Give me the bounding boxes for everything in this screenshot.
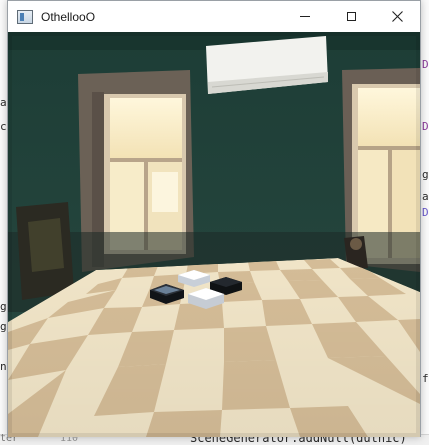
code-fragment: D <box>422 120 429 133</box>
game-viewport[interactable] <box>8 32 420 437</box>
code-fragment: g <box>0 300 7 313</box>
code-fragment: f <box>422 372 429 385</box>
title-bar[interactable]: OthellooO <box>8 1 420 32</box>
code-fragment: D <box>422 58 429 71</box>
chair-left <box>16 202 74 300</box>
minimize-icon <box>300 16 310 17</box>
window-title: OthellooO <box>41 9 96 24</box>
close-button[interactable] <box>374 1 420 32</box>
code-fragment: g <box>422 168 429 181</box>
game-window: OthellooO <box>7 0 421 437</box>
code-fragment: a <box>0 96 7 109</box>
game-scene[interactable] <box>8 32 420 437</box>
code-fragment: a <box>422 190 429 203</box>
minimize-button[interactable] <box>282 1 328 32</box>
code-fragment: D <box>422 206 429 219</box>
maximize-button[interactable] <box>328 1 374 32</box>
close-icon <box>391 11 403 22</box>
app-icon <box>17 9 33 24</box>
maximize-icon <box>346 12 356 21</box>
code-fragment: g <box>0 320 7 333</box>
